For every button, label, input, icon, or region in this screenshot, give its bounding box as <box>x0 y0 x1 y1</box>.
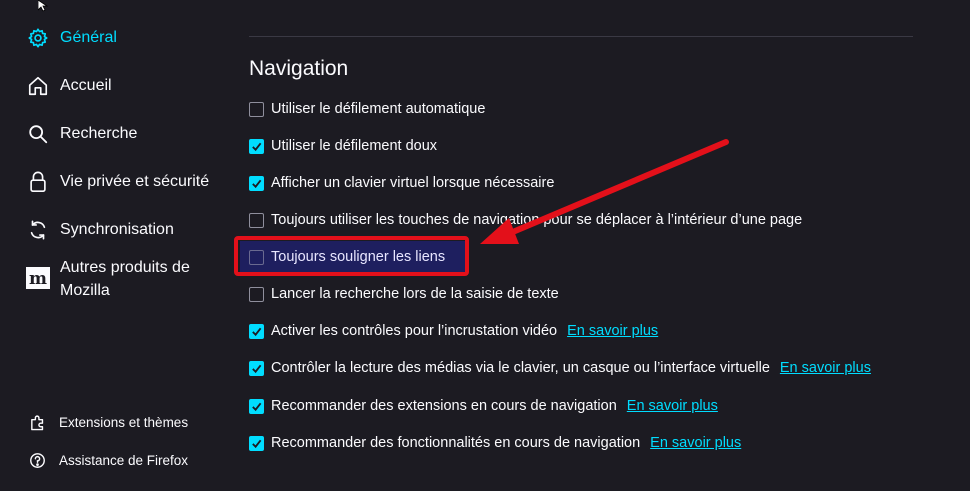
checkbox[interactable] <box>249 286 264 302</box>
option-recommend-extensions[interactable]: Recommander des extensions en cours de n… <box>249 398 718 414</box>
option-label: Recommander des extensions en cours de n… <box>271 398 617 414</box>
sidebar-item-label: Accueil <box>60 77 112 94</box>
option-label: Lancer la recherche lors de la saisie de… <box>271 286 559 302</box>
learn-more-link[interactable]: En savoir plus <box>650 435 741 451</box>
sidebar-item-label: Autres produits de Mozilla <box>60 259 190 299</box>
checkbox[interactable] <box>249 212 264 228</box>
option-label: Recommander des fonctionnalités en cours… <box>271 435 641 451</box>
option-label: Afficher un clavier virtuel lorsque néce… <box>271 175 555 191</box>
sidebar-item-label: Recherche <box>60 125 138 142</box>
checkbox[interactable] <box>249 398 264 414</box>
option-smooth-scroll[interactable]: Utiliser le défilement doux <box>249 138 437 154</box>
settings-page: Général Accueil Recherche Vie privée et … <box>0 0 970 491</box>
option-virtual-keyboard[interactable]: Afficher un clavier virtuel lorsque néce… <box>249 175 554 191</box>
sidebar-item-extensions[interactable]: Extensions et thèmes <box>28 413 188 431</box>
home-icon <box>26 74 50 98</box>
sidebar-item-mozilla-products[interactable]: m Autres produits de Mozilla <box>26 256 190 302</box>
help-icon <box>28 451 46 469</box>
sidebar-item-label: Vie privée et sécurité <box>60 173 210 190</box>
svg-text:m: m <box>29 269 47 289</box>
sidebar-item-general[interactable]: Général <box>26 26 117 50</box>
checkbox[interactable] <box>249 360 264 376</box>
option-label: Utiliser le défilement automatique <box>271 101 486 117</box>
sidebar-item-home[interactable]: Accueil <box>26 74 112 98</box>
search-icon <box>26 122 50 146</box>
sidebar-item-label: Extensions et thèmes <box>59 414 189 430</box>
option-recommend-features[interactable]: Recommander des fonctionnalités en cours… <box>249 435 741 451</box>
option-caret-browsing[interactable]: Toujours utiliser les touches de navigat… <box>249 212 802 228</box>
option-label: Utiliser le défilement doux <box>271 138 438 154</box>
sync-icon <box>26 218 50 242</box>
mozilla-m-icon: m <box>26 266 50 290</box>
sidebar-item-search[interactable]: Recherche <box>26 122 137 146</box>
option-autoscroll[interactable]: Utiliser le défilement automatique <box>249 101 485 117</box>
option-media-keys[interactable]: Contrôler la lecture des médias via le c… <box>249 360 871 376</box>
puzzle-icon <box>28 413 46 431</box>
sidebar-item-privacy[interactable]: Vie privée et sécurité <box>26 170 209 194</box>
sidebar: Général Accueil Recherche Vie privée et … <box>0 0 230 491</box>
checkbox[interactable] <box>249 138 264 154</box>
sidebar-item-support[interactable]: Assistance de Firefox <box>28 451 188 469</box>
learn-more-link[interactable]: En savoir plus <box>627 398 718 414</box>
learn-more-link[interactable]: En savoir plus <box>567 323 658 339</box>
sidebar-item-label: Assistance de Firefox <box>59 452 189 468</box>
sidebar-item-label: Synchronisation <box>60 221 174 238</box>
gear-icon <box>26 26 50 50</box>
option-label: Contrôler la lecture des médias via le c… <box>271 360 770 376</box>
section-title: Navigation <box>249 57 349 80</box>
lock-icon <box>26 170 50 194</box>
checkbox[interactable] <box>249 101 264 117</box>
checkbox[interactable] <box>249 323 264 339</box>
option-label: Toujours utiliser les touches de navigat… <box>271 212 803 228</box>
sidebar-item-label: Général <box>60 29 117 46</box>
checkbox[interactable] <box>249 435 264 451</box>
checkbox[interactable] <box>249 175 264 191</box>
checkmark-icon <box>252 439 262 448</box>
option-label: Activer les contrôles pour l’incrustatio… <box>271 323 558 339</box>
option-pip-controls[interactable]: Activer les contrôles pour l’incrustatio… <box>249 323 658 339</box>
checkmark-icon <box>252 142 262 151</box>
option-search-on-type[interactable]: Lancer la recherche lors de la saisie de… <box>249 286 559 302</box>
checkmark-icon <box>252 179 262 188</box>
checkmark-icon <box>252 327 262 336</box>
learn-more-link[interactable]: En savoir plus <box>780 360 871 376</box>
sidebar-item-sync[interactable]: Synchronisation <box>26 218 174 242</box>
checkmark-icon <box>252 364 262 373</box>
checkmark-icon <box>252 402 262 411</box>
section-divider <box>249 36 913 37</box>
annotation-highlight-box <box>234 236 469 276</box>
